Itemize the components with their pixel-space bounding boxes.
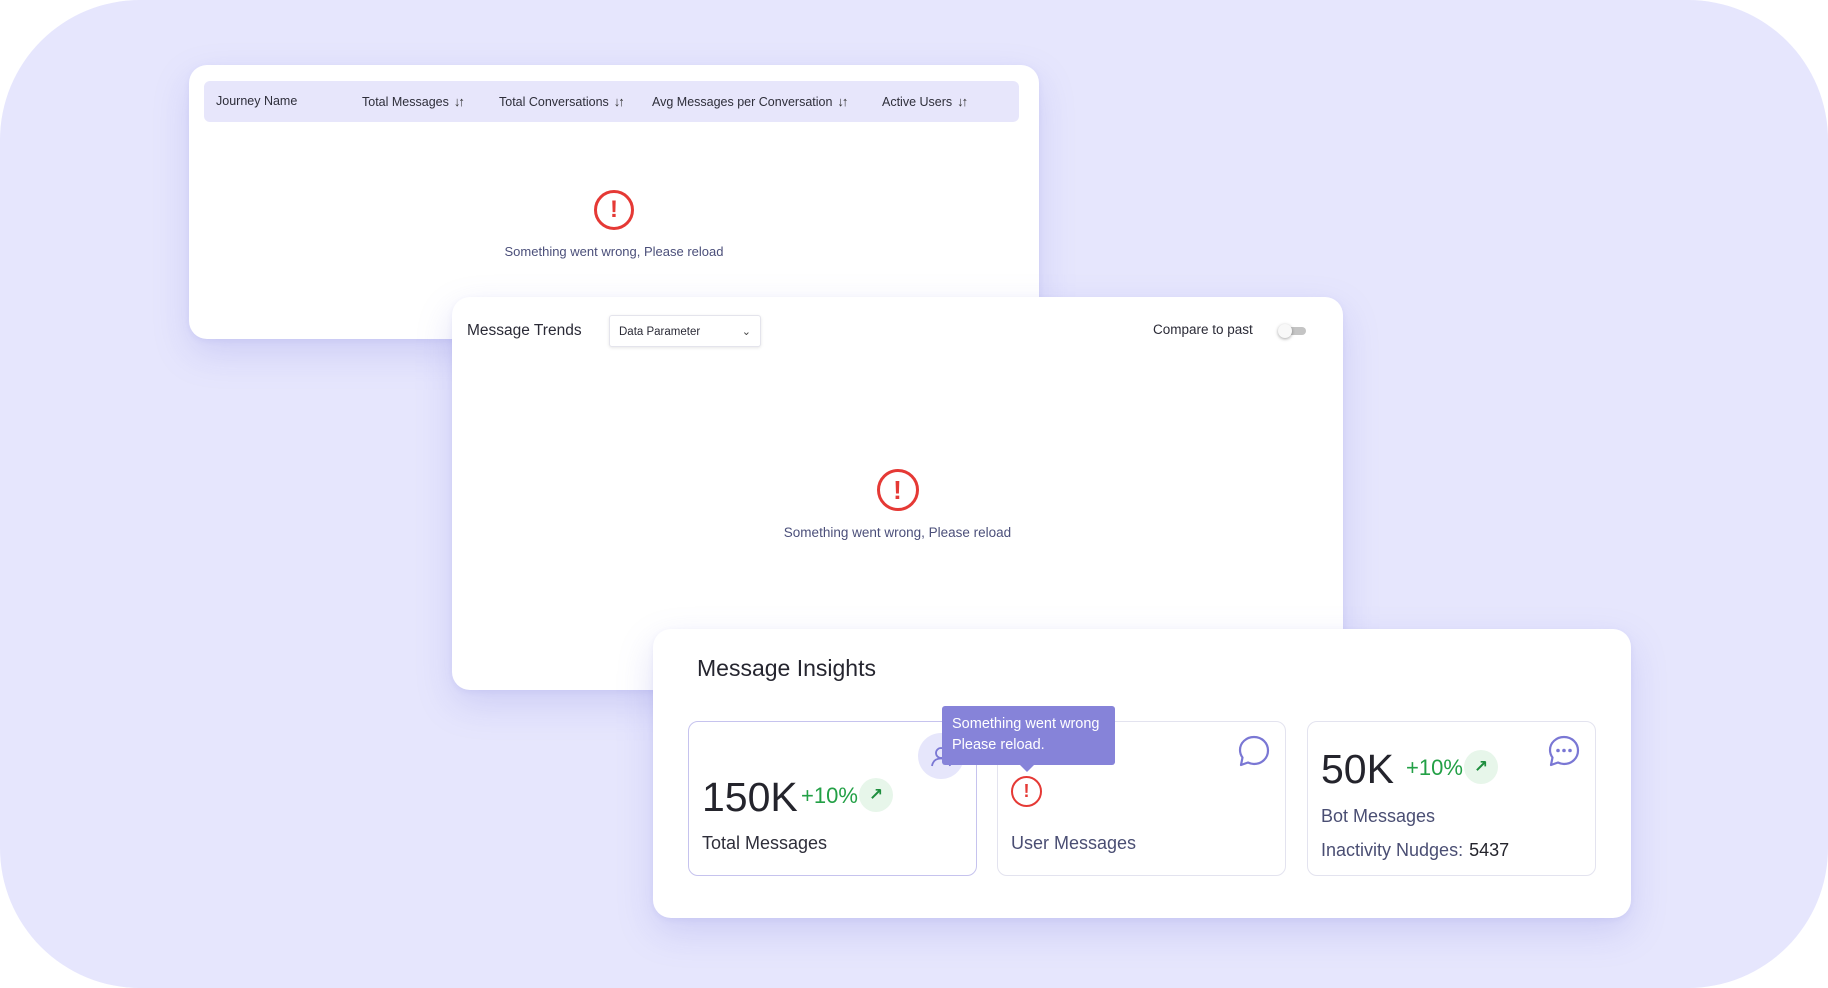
compare-toggle[interactable]	[1278, 324, 1306, 338]
table-header: Journey Name Total Messages ↓↑ Total Conv…	[204, 81, 1019, 122]
inactivity-nudges: Inactivity Nudges: 5437	[1321, 840, 1509, 861]
data-parameter-dropdown[interactable]: Data Parameter ⌄	[609, 315, 761, 347]
column-label: Active Users	[882, 95, 953, 109]
total-messages-tile[interactable]: 150K +10% ↗ Total Messages	[688, 721, 977, 876]
tooltip-line-1: Something went wrong	[952, 716, 1100, 732]
kpi-change: +10%	[1406, 755, 1463, 780]
trends-title: Message Trends	[467, 322, 582, 339]
trend-up-icon: ↗	[1464, 750, 1498, 784]
column-header-total-messages[interactable]: Total Messages ↓↑	[362, 81, 465, 122]
nudges-label: Inactivity Nudges:	[1321, 840, 1464, 860]
kpi-label: User Messages	[1011, 833, 1137, 853]
compare-to-past-label: Compare to past	[1153, 322, 1253, 337]
kpi-value: 150K	[702, 774, 798, 820]
trends-error-state: ! Something went wrong, Please reload	[452, 469, 1343, 540]
tooltip-arrow	[1020, 765, 1034, 772]
message-insights-card: Message Insights 150K +10% ↗ Total Messa…	[653, 629, 1631, 918]
column-label: Total Messages	[362, 95, 449, 109]
error-message: Something went wrong, Please reload	[783, 525, 1012, 540]
sort-icon[interactable]: ↓↑	[454, 94, 465, 109]
kpi-value: 50K	[1321, 746, 1394, 792]
error-icon: !	[594, 190, 634, 230]
sort-icon[interactable]: ↓↑	[614, 94, 625, 109]
chat-dots-icon	[1548, 735, 1580, 767]
trend-up-icon: ↗	[859, 778, 893, 812]
column-header-active-users[interactable]: Active Users ↓↑	[882, 81, 968, 122]
nudges-value: 5437	[1469, 840, 1510, 860]
column-header-avg-messages[interactable]: Avg Messages per Conversation ↓↑	[652, 81, 848, 122]
error-message: Something went wrong, Please reload	[504, 244, 724, 259]
sort-icon[interactable]: ↓↑	[837, 94, 848, 109]
bot-messages-tile[interactable]: 50K +10% ↗ Bot Messages Inactivity Nudge…	[1307, 721, 1596, 876]
kpi-label: Bot Messages	[1321, 806, 1436, 826]
kpi-label: Total Messages	[702, 833, 828, 853]
chat-bubble-icon	[1238, 735, 1270, 767]
chevron-down-icon: ⌄	[741, 326, 751, 338]
error-icon[interactable]: !	[1011, 776, 1042, 807]
tooltip-line-2: Please reload.	[952, 737, 1045, 753]
insights-title: Message Insights	[697, 655, 876, 681]
column-header-journey-name: Journey Name	[216, 81, 297, 122]
table-error-state: ! Something went wrong, Please reload	[189, 190, 1039, 259]
column-label: Total Conversations	[499, 95, 609, 109]
dropdown-value: Data Parameter	[619, 326, 701, 338]
toggle-knob	[1278, 324, 1292, 338]
kpi-change: +10%	[801, 783, 858, 808]
column-header-total-conversations[interactable]: Total Conversations ↓↑	[499, 81, 625, 122]
error-icon: !	[876, 469, 919, 511]
error-tooltip: Something went wrong Please reload.	[942, 706, 1115, 772]
column-label: Journey Name	[216, 94, 298, 108]
sort-icon[interactable]: ↓↑	[957, 94, 968, 109]
column-label: Avg Messages per Conversation	[652, 95, 833, 109]
